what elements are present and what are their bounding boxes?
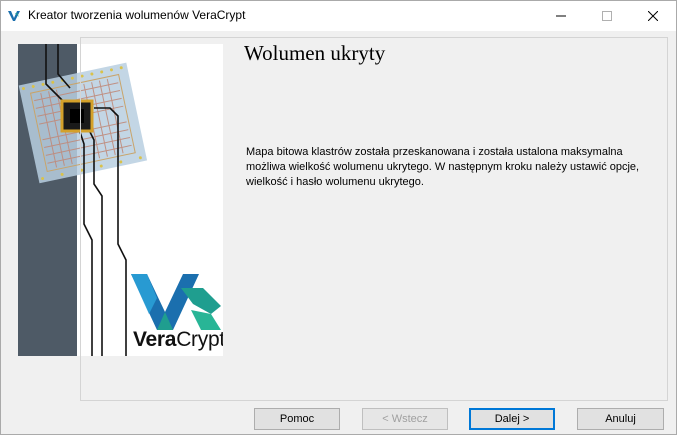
page-title: Wolumen ukryty	[244, 41, 386, 65]
wizard-window: Kreator tworzenia wolumenów VeraCrypt Ve…	[0, 0, 677, 435]
content-frame	[80, 37, 668, 401]
minimize-button[interactable]	[538, 1, 584, 31]
info-text: Mapa bitowa klastrów została przeskanowa…	[246, 146, 640, 188]
next-button[interactable]: Dalej >	[469, 408, 555, 430]
cancel-button[interactable]: Anuluj	[577, 408, 664, 430]
maximize-icon	[602, 11, 612, 21]
back-button[interactable]: < Wstecz	[362, 408, 448, 430]
title-bar[interactable]: Kreator tworzenia wolumenów VeraCrypt	[1, 1, 676, 31]
window-title: Kreator tworzenia wolumenów VeraCrypt	[28, 8, 246, 22]
maximize-button[interactable]	[584, 1, 630, 31]
close-icon	[648, 11, 658, 21]
veracrypt-app-icon	[8, 11, 20, 21]
help-button[interactable]: Pomoc	[254, 408, 340, 430]
close-button[interactable]	[630, 1, 676, 31]
minimize-icon	[556, 15, 566, 17]
